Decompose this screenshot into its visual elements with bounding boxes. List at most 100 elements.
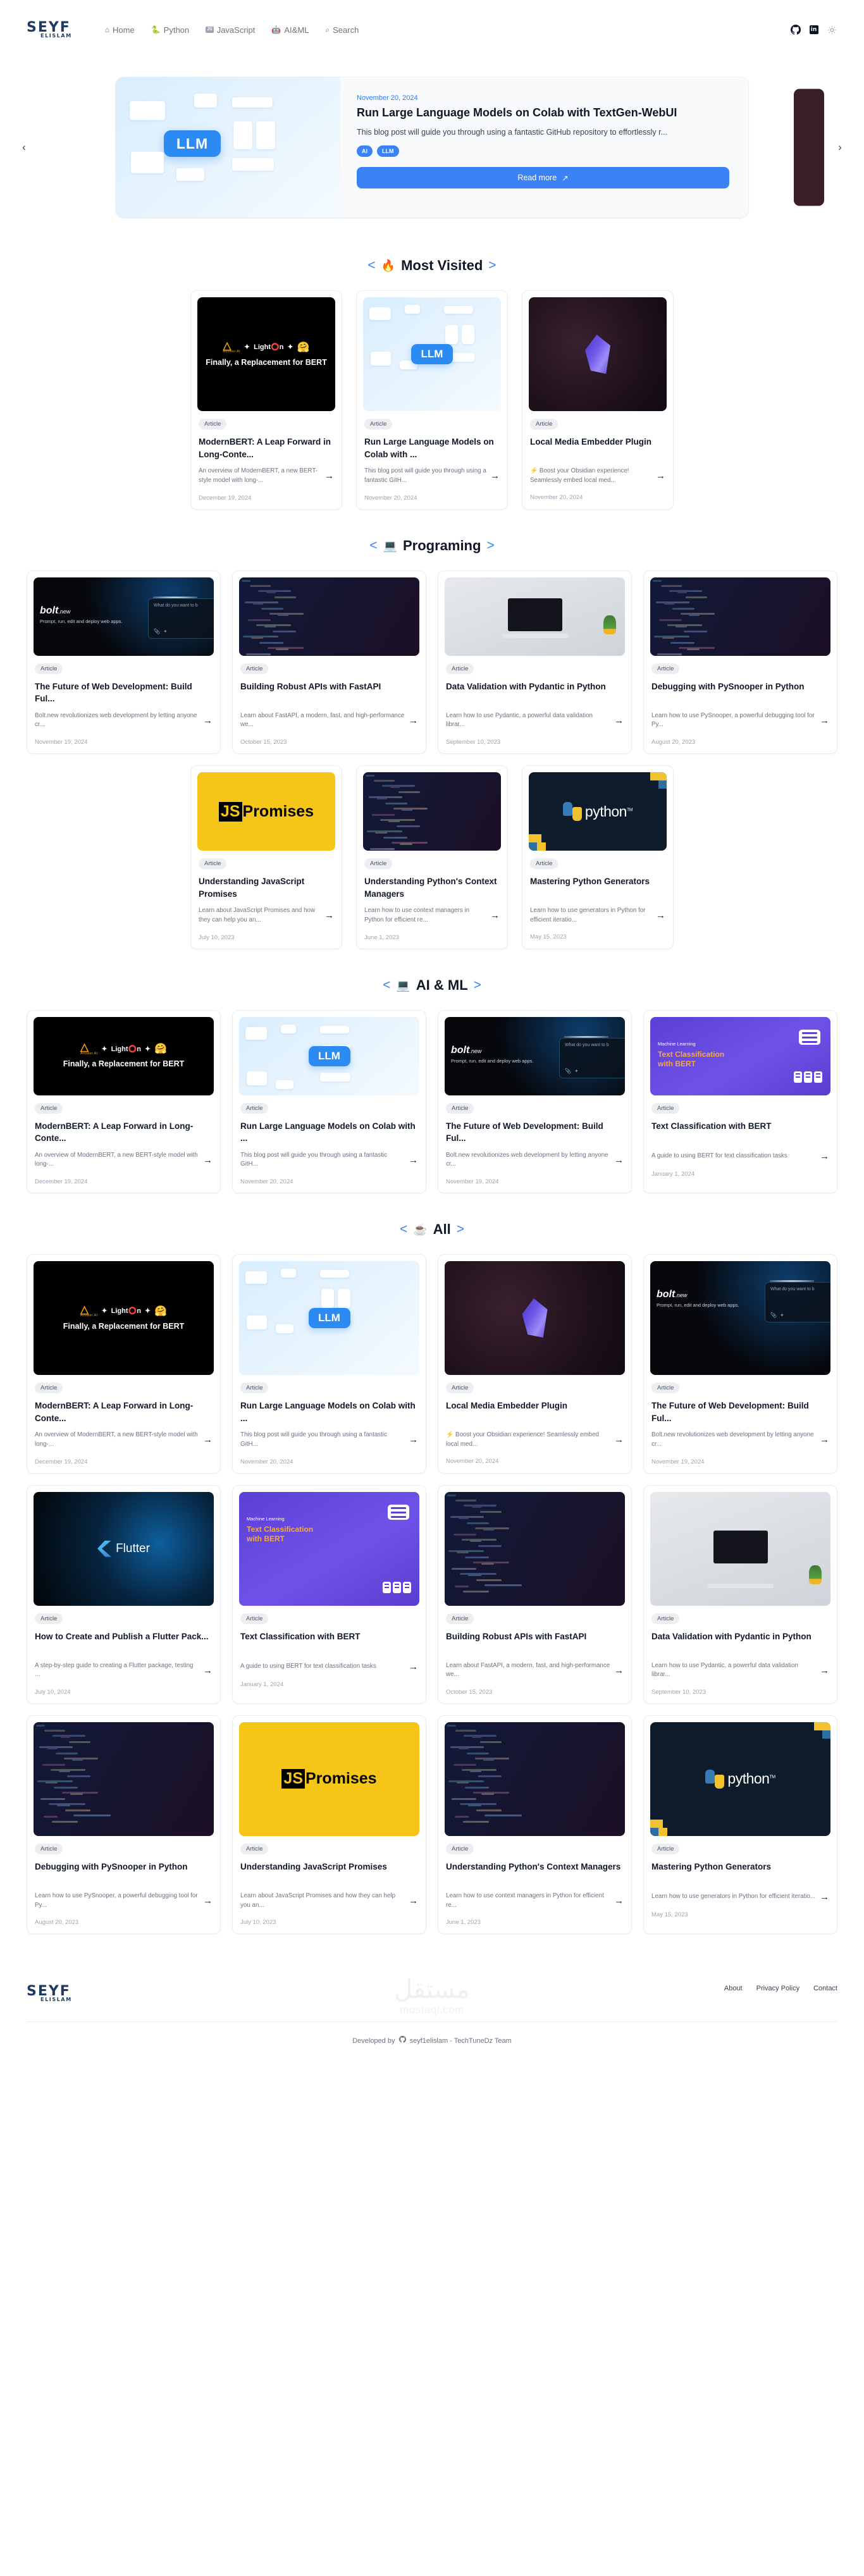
card-title: Mastering Python Generators <box>651 1861 772 1871</box>
linkedin-icon[interactable]: in <box>808 25 819 35</box>
card-arrow-icon[interactable]: → <box>820 1434 829 1445</box>
read-more-button[interactable]: Read more ↗ <box>357 167 729 188</box>
card-arrow-icon[interactable]: → <box>614 1895 624 1906</box>
hero-next-slide-preview[interactable] <box>794 89 824 206</box>
github-icon[interactable] <box>790 25 801 35</box>
article-card[interactable]: JS Promises Article Understanding JavaScr… <box>232 1715 426 1935</box>
article-card[interactable]: pythonTM Article Mastering Python Genera… <box>522 765 674 949</box>
plant-decor <box>603 615 616 634</box>
card-arrow-icon[interactable]: → <box>614 1434 624 1445</box>
article-card[interactable]: What do you want to b 📎✦ bolt.new Prompt… <box>438 1009 632 1193</box>
card-arrow-icon[interactable]: → <box>820 1151 829 1162</box>
footer-link-contact[interactable]: Contact <box>813 1985 837 1992</box>
footer-logo[interactable]: SEYF ELISLAM <box>27 1985 72 2002</box>
card-arrow-icon[interactable]: → <box>820 1665 829 1676</box>
article-card[interactable]: What do you want to b 📎✦ bolt.new Prompt… <box>27 570 221 754</box>
article-card[interactable]: Article Local Media Embedder Plugin ⚡ Bo… <box>438 1254 632 1474</box>
article-card[interactable]: pythonTM Article Mastering Python Genera… <box>643 1715 837 1935</box>
article-card[interactable]: Article Building Robust APIs with FastAP… <box>232 570 426 754</box>
card-arrow-icon[interactable]: → <box>324 910 334 921</box>
hero-featured-card[interactable]: LLM November 20, 2024 Run Large Language… <box>116 77 748 218</box>
theme-toggle-icon[interactable] <box>827 25 837 35</box>
hero-description: This blog post will guide you through us… <box>357 128 667 137</box>
card-category-badge: Article <box>199 858 227 869</box>
card-arrow-icon[interactable]: → <box>490 471 500 481</box>
card-arrow-icon[interactable]: → <box>324 471 334 481</box>
card-description: ⚡ Boost your Obsidian experience! Seamle… <box>530 467 629 484</box>
hero-thumbnail-label: LLM <box>164 130 221 157</box>
card-arrow-icon[interactable]: → <box>490 910 500 921</box>
article-card[interactable]: Machine Learning Text Classification wit… <box>232 1484 426 1704</box>
carousel-next-button[interactable]: › <box>832 139 848 156</box>
nav-item-aiml[interactable]: 🤖 AI&ML <box>271 25 309 35</box>
card-arrow-icon[interactable]: → <box>409 1895 418 1906</box>
card-arrow-icon[interactable]: → <box>820 1892 829 1902</box>
nav-item-python[interactable]: 🐍 Python <box>151 25 189 35</box>
document-icon <box>388 1504 409 1520</box>
nav-item-home[interactable]: ⌂ Home <box>105 25 135 35</box>
article-card[interactable]: LLM Article Run Large Language Models on… <box>232 1254 426 1474</box>
article-card[interactable]: What do you want to b 📎✦ bolt.new Prompt… <box>643 1254 837 1474</box>
nav-item-search[interactable]: ⌕ Search <box>325 25 359 35</box>
card-arrow-icon[interactable]: → <box>409 1661 418 1672</box>
article-card[interactable]: Article Understanding Python's Context M… <box>356 765 508 949</box>
sparkle-icon: ✦ <box>244 343 250 352</box>
card-arrow-icon[interactable]: → <box>409 1434 418 1445</box>
article-card[interactable]: Machine Learning Text Classification wit… <box>643 1009 837 1193</box>
site-logo[interactable]: SEYF ELISLAM <box>27 21 72 39</box>
card-date: November 20, 2024 <box>240 1178 293 1185</box>
footer-link-about[interactable]: About <box>724 1985 743 1992</box>
card-grid-wrap: △ Answer.AI ✦ Light⭕n ✦ 🤗 Finally, a Repl… <box>0 290 864 510</box>
article-card[interactable]: Article Building Robust APIs with FastAP… <box>438 1484 632 1704</box>
nav-item-home-label: Home <box>113 25 135 35</box>
article-card[interactable]: Article Debugging with PySnooper in Pyth… <box>27 1715 221 1935</box>
card-title: Understanding JavaScript Promises <box>240 1861 387 1871</box>
card-arrow-icon[interactable]: → <box>203 1155 213 1166</box>
article-card[interactable]: △ Answer.AI ✦ Light⭕n ✦ 🤗 Finally, a Repl… <box>190 290 342 510</box>
thumbnail-caption: Finally, a Replacement for BERT <box>63 1059 185 1069</box>
hero-tag-ai[interactable]: AI <box>357 145 373 157</box>
card-arrow-icon[interactable]: → <box>614 1155 624 1166</box>
section-title: Most Visited <box>401 257 483 273</box>
article-card[interactable]: Article Understanding Python's Context M… <box>438 1715 632 1935</box>
article-card[interactable]: Article Data Validation with Pydantic in… <box>438 570 632 754</box>
article-card[interactable]: Article Debugging with PySnooper in Pyth… <box>643 570 837 754</box>
card-arrow-icon[interactable]: → <box>203 1665 213 1676</box>
card-description: Learn about FastAPI, a modern, fast, and… <box>446 1661 610 1679</box>
card-date: July 10, 2023 <box>199 934 235 941</box>
card-arrow-icon[interactable]: → <box>614 1665 624 1676</box>
article-card[interactable]: LLM Article Run Large Language Models on… <box>356 290 508 510</box>
card-date: November 20, 2024 <box>364 494 417 502</box>
card-arrow-icon[interactable]: → <box>203 715 213 726</box>
footer-link-privacy-policy[interactable]: Privacy Policy <box>756 1985 799 1992</box>
card-category-badge: Article <box>651 1102 680 1114</box>
article-card[interactable]: △ Answer.AI ✦ Light⭕n ✦ 🤗 Finally, a Repl… <box>27 1254 221 1474</box>
card-arrow-icon[interactable]: → <box>656 910 665 921</box>
card-date: May 15, 2023 <box>530 934 567 941</box>
card-arrow-icon[interactable]: → <box>614 715 624 726</box>
article-card[interactable]: Flutter Article How to Create and Publis… <box>27 1484 221 1704</box>
hero-tag-llm[interactable]: LLM <box>377 145 399 157</box>
footer-credit: Developed by seyf1elislam - TechTuneDz T… <box>27 2022 837 2064</box>
card-arrow-icon[interactable]: → <box>820 715 829 726</box>
nav-item-javascript[interactable]: JS JavaScript <box>206 25 255 35</box>
card-arrow-icon[interactable]: → <box>409 1155 418 1166</box>
carousel-prev-button[interactable]: ‹ <box>16 139 32 156</box>
card-title: Debugging with PySnooper in Python <box>35 1861 188 1871</box>
article-card[interactable]: Article Local Media Embedder Plugin ⚡ Bo… <box>522 290 674 510</box>
card-category-badge: Article <box>199 419 227 429</box>
card-description: An overview of ModernBERT, a new BERT-st… <box>199 467 318 484</box>
card-arrow-icon[interactable]: → <box>203 1895 213 1906</box>
article-card[interactable]: JS Promises Article Understanding JavaScr… <box>190 765 342 949</box>
article-card[interactable]: Article Data Validation with Pydantic in… <box>643 1484 837 1704</box>
card-arrow-icon[interactable]: → <box>656 471 665 481</box>
card-description: Learn how to use Pydantic, a powerful da… <box>651 1661 799 1679</box>
article-card[interactable]: △ Answer.AI ✦ Light⭕n ✦ 🤗 Finally, a Repl… <box>27 1009 221 1193</box>
laptop-code-icon: 💻 <box>383 539 397 552</box>
card-arrow-icon[interactable]: → <box>203 1434 213 1445</box>
bolt-panel-icons: 📎✦ <box>770 1312 787 1318</box>
card-date: October 15, 2023 <box>446 1688 493 1696</box>
nodes-icon <box>794 1071 822 1083</box>
card-arrow-icon[interactable]: → <box>409 715 418 726</box>
article-card[interactable]: LLM Article Run Large Language Models on… <box>232 1009 426 1193</box>
